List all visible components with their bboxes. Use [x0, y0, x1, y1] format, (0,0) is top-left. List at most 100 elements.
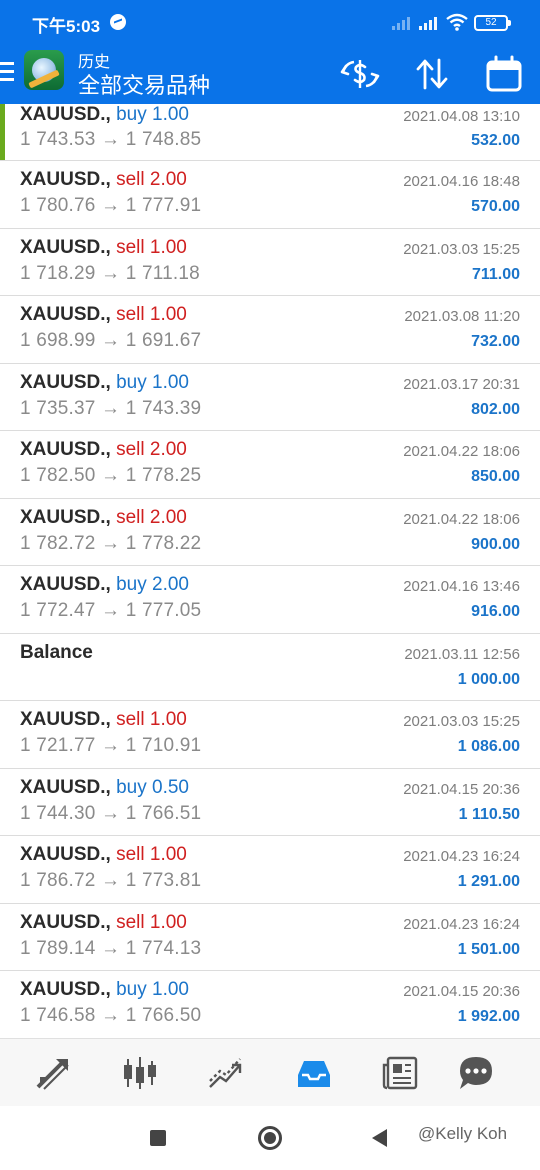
- trade-volume: 1.00: [152, 371, 189, 393]
- trade-row[interactable]: XAUUSD., sell 2.00 1 782.72 → 1 778.22 202…: [0, 499, 540, 566]
- calendar-icon[interactable]: [484, 54, 524, 94]
- trade-row[interactable]: XAUUSD., sell 2.00 1 780.76 → 1 777.91 202…: [0, 161, 540, 229]
- trade-row[interactable]: XAUUSD., buy 1.00 1 746.58 → 1 766.50 2021…: [0, 971, 540, 1038]
- trade-row[interactable]: XAUUSD., sell 1.00 1 721.77 → 1 710.91 202…: [0, 701, 540, 769]
- trade-side: sell: [116, 844, 145, 865]
- trade-row[interactable]: XAUUSD., sell 1.00 1 698.99 → 1 691.67 202…: [0, 296, 540, 364]
- symbol-label: XAUUSD.,: [20, 709, 111, 730]
- open-price: 1 735.37: [20, 397, 96, 419]
- balance-row[interactable]: Balance 2021.03.11 12:56 1 000.00: [0, 634, 540, 701]
- trade-side: buy: [116, 574, 147, 595]
- close-price: 1 743.39: [125, 397, 202, 419]
- trade-amount: 532.00: [471, 132, 520, 149]
- trade-volume: 1.00: [149, 304, 187, 325]
- recents-button[interactable]: [150, 1130, 166, 1146]
- home-button[interactable]: [258, 1126, 282, 1150]
- open-price: 1 780.76: [20, 195, 96, 216]
- trade-volume: 0.50: [152, 776, 189, 798]
- trade-date: 2021.03.11 12:56: [404, 645, 520, 663]
- trade-prices: 1 721.77 → 1 710.91: [20, 735, 201, 757]
- trade-row[interactable]: XAUUSD., buy 1.00 1 735.37 → 1 743.39 2021…: [0, 364, 540, 431]
- history-list[interactable]: XAUUSD., buy 1.00 1 743.53 → 1 748.85 2021…: [0, 104, 540, 1038]
- status-time: 下午5:03: [32, 17, 101, 36]
- trade-amount: 916.00: [471, 603, 520, 620]
- arrow-right-icon: →: [95, 937, 126, 959]
- trade-row[interactable]: XAUUSD., sell 2.00 1 782.50 → 1 778.25 202…: [0, 431, 540, 499]
- arrow-right-icon: →: [95, 129, 126, 150]
- trade-prices: 1 718.29 → 1 711.18: [20, 263, 200, 285]
- trade-amount: 900.00: [471, 535, 520, 553]
- trade-amount: 1 992.00: [457, 1008, 520, 1025]
- close-price: 1 778.22: [125, 532, 202, 554]
- bottom-nav: [0, 1038, 540, 1106]
- trade-date: 2021.04.22 18:06: [403, 443, 520, 460]
- trade-row[interactable]: XAUUSD., sell 1.00 1 789.14 → 1 774.13 202…: [0, 904, 540, 971]
- trade-date: 2021.04.15 20:36: [403, 983, 520, 1000]
- app-logo-icon[interactable]: [24, 50, 64, 90]
- chat-icon[interactable]: [456, 1053, 496, 1093]
- messenger-icon: [110, 14, 126, 30]
- trade-prices: 1 698.99 → 1 691.67: [20, 330, 201, 352]
- trade-prices: 1 789.14 → 1 774.13: [20, 938, 201, 960]
- trade-row[interactable]: XAUUSD., buy 0.50 1 744.30 → 1 766.51 2021…: [0, 769, 540, 836]
- back-button[interactable]: [372, 1129, 387, 1147]
- trade-symbol: Balance: [20, 642, 93, 664]
- chart-icon[interactable]: [120, 1053, 160, 1093]
- symbol-label: XAUUSD.,: [20, 371, 111, 393]
- trade-date: 2021.03.08 11:20: [404, 308, 520, 325]
- close-price: 1 748.85: [125, 129, 202, 150]
- quotes-icon[interactable]: [34, 1053, 74, 1093]
- trade-icon[interactable]: [206, 1053, 246, 1093]
- trade-side: sell: [116, 911, 145, 933]
- trade-volume: 1.00: [149, 911, 187, 933]
- close-price: 1 711.18: [125, 262, 200, 284]
- arrow-right-icon: →: [95, 870, 126, 891]
- menu-icon[interactable]: [0, 62, 14, 82]
- arrow-right-icon: →: [95, 600, 126, 621]
- trade-date: 2021.04.16 13:46: [403, 578, 520, 595]
- trade-amount: 1 110.50: [458, 805, 520, 823]
- currency-swap-icon[interactable]: [340, 54, 380, 94]
- trade-amount: 732.00: [471, 333, 520, 350]
- trade-date: 2021.03.03 15:25: [403, 713, 520, 730]
- open-price: 1 698.99: [20, 330, 96, 351]
- trade-date: 2021.03.03 15:25: [403, 240, 520, 258]
- symbol-label: XAUUSD.,: [20, 439, 111, 460]
- trade-row[interactable]: XAUUSD., sell 1.00 1 718.29 → 1 711.18 202…: [0, 229, 540, 296]
- close-price: 1 778.25: [125, 465, 202, 486]
- trade-symbol: XAUUSD., sell 1.00: [20, 709, 187, 731]
- open-price: 1 721.77: [20, 735, 96, 756]
- sort-icon[interactable]: [412, 54, 452, 94]
- battery-icon: 52: [474, 15, 511, 31]
- trade-prices: 1 744.30 → 1 766.51: [20, 803, 201, 825]
- close-price: 1 774.13: [125, 937, 202, 959]
- app-bar: 历史 全部交易品种: [0, 44, 540, 104]
- symbol-label: XAUUSD.,: [20, 979, 111, 1000]
- trade-row[interactable]: XAUUSD., buy 2.00 1 772.47 → 1 777.05 2021…: [0, 566, 540, 634]
- symbol-label: XAUUSD.,: [20, 169, 111, 190]
- battery-level: 52: [485, 17, 497, 28]
- open-price: 1 746.58: [20, 1005, 96, 1026]
- trade-prices: 1 786.72 → 1 773.81: [20, 870, 201, 892]
- trade-symbol: XAUUSD., buy 1.00: [20, 104, 189, 126]
- trade-date: 2021.04.23 16:24: [403, 915, 520, 933]
- trade-prices: 1 735.37 → 1 743.39: [20, 398, 201, 420]
- symbol-label: XAUUSD.,: [20, 506, 111, 528]
- news-icon[interactable]: [380, 1053, 420, 1093]
- signal-icon: [392, 16, 410, 30]
- trade-symbol: XAUUSD., buy 0.50: [20, 777, 189, 799]
- trade-side: sell: [116, 709, 145, 730]
- symbol-filter[interactable]: 全部交易品种: [78, 68, 210, 100]
- trade-side: sell: [116, 506, 145, 528]
- symbol-label: XAUUSD.,: [20, 776, 111, 798]
- trade-side: sell: [116, 169, 145, 190]
- close-price: 1 691.67: [125, 330, 202, 351]
- open-price: 1 789.14: [20, 937, 96, 959]
- history-icon[interactable]: [294, 1053, 334, 1093]
- trade-row[interactable]: XAUUSD., sell 1.00 1 786.72 → 1 773.81 202…: [0, 836, 540, 904]
- trade-row[interactable]: XAUUSD., buy 1.00 1 743.53 → 1 748.85 2021…: [0, 104, 540, 161]
- open-price: 1 718.29: [20, 262, 96, 284]
- trade-volume: 1.00: [149, 709, 187, 730]
- trade-prices: 1 743.53 → 1 748.85: [20, 129, 201, 151]
- trade-volume: 1.00: [149, 236, 187, 258]
